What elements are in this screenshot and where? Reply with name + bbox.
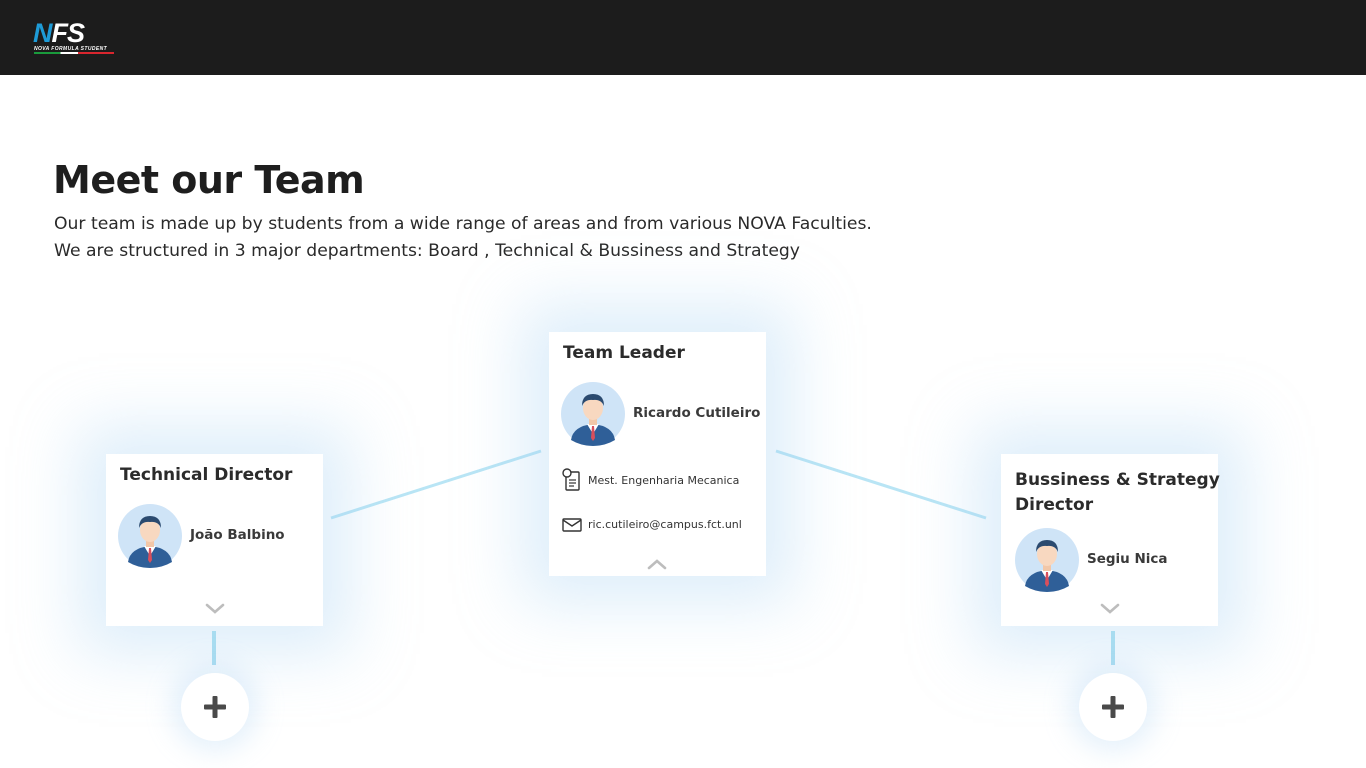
avatar-icon [561, 382, 625, 446]
top-navbar: NFS NOVA FORMULA STUDENT [0, 0, 1366, 75]
card-role-title-line-1: Bussiness & Strategy [1015, 470, 1220, 490]
person-name: Segiu Nica [1087, 551, 1168, 567]
email-row[interactable]: ric.cutileiro@campus.fct.unl [561, 512, 742, 536]
business-strategy-director-card[interactable]: Bussiness & Strategy Director Segiu Nica [1001, 454, 1220, 626]
chevron-down-icon[interactable] [1100, 603, 1120, 615]
nfs-logo[interactable]: NFS NOVA FORMULA STUDENT [33, 20, 125, 56]
page-title: Meet our Team [53, 158, 365, 202]
document-icon [562, 468, 580, 491]
intro-line-2: We are structured in 3 major departments… [54, 241, 800, 261]
avatar-icon [118, 504, 182, 568]
email-text[interactable]: ric.cutileiro@campus.fct.unl [588, 518, 742, 531]
connector-leader-technical [330, 449, 542, 520]
card-role-title-line-2: Director [1015, 495, 1094, 515]
plus-icon [204, 696, 226, 718]
team-leader-card[interactable]: Team Leader Ricardo Cutileiro Mest. Enge… [549, 332, 766, 576]
degree-text: Mest. Engenharia Mecanica [588, 473, 740, 487]
logo-flag-stripe [34, 52, 114, 54]
add-business-member-button[interactable] [1079, 673, 1147, 741]
intro-line-1: Our team is made up by students from a w… [54, 214, 872, 234]
add-technical-member-button[interactable] [181, 673, 249, 741]
avatar-icon [1015, 528, 1079, 592]
plus-icon [1102, 696, 1124, 718]
person-name: Ricardo Cutileiro [633, 405, 761, 421]
degree-row: Mest. Engenharia Mecanica [561, 468, 739, 492]
person-name: João Balbino [190, 527, 285, 543]
connector-business-add [1111, 631, 1115, 665]
intro-paragraph: Our team is made up by students from a w… [54, 211, 872, 265]
technical-director-card[interactable]: Technical Director João Balbino [106, 454, 323, 626]
card-role-title: Technical Director [120, 465, 293, 485]
card-role-title: Team Leader [563, 343, 685, 363]
mail-icon [562, 518, 582, 532]
logo-mark: NFS [33, 18, 85, 48]
chevron-down-icon[interactable] [205, 603, 225, 615]
connector-technical-add [212, 631, 216, 665]
chevron-up-icon[interactable] [647, 558, 667, 570]
connector-leader-business [775, 449, 987, 520]
